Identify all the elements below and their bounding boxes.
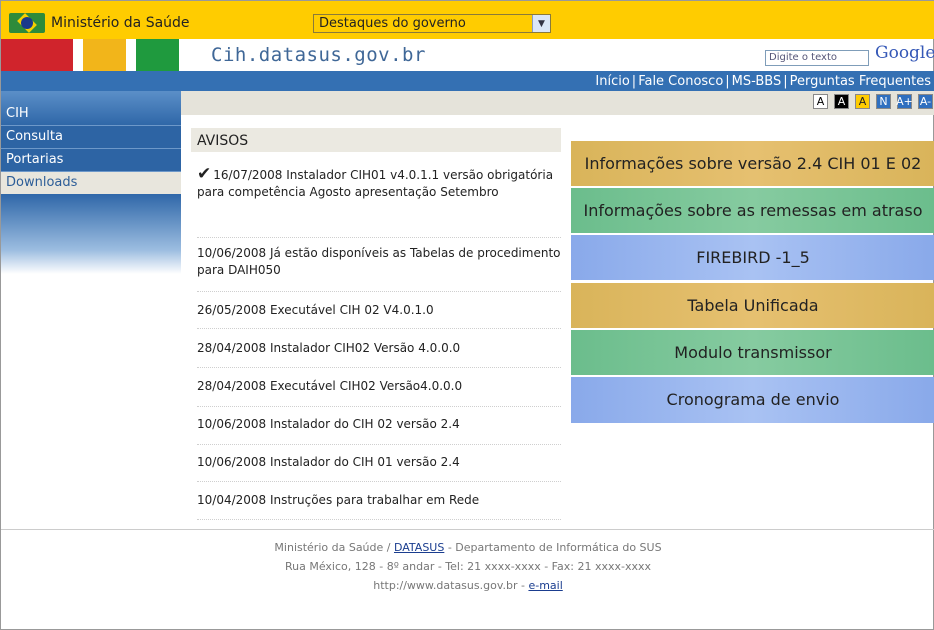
sidebar-item-consulta[interactable]: Consulta xyxy=(1,125,181,148)
sidebar: CIH Consulta Portarias Downloads xyxy=(1,91,181,274)
cronograma-button[interactable]: Cronograma de envio xyxy=(571,377,934,423)
sidebar-title: CIH xyxy=(6,106,29,121)
news-item[interactable]: 10/04/2008 Instruções para trabalhar em … xyxy=(197,492,561,509)
ministry-name: Ministério da Saúde xyxy=(51,15,190,31)
checkmark-icon: ✔ xyxy=(197,164,212,184)
news-item[interactable]: ✔ 16/07/2008 Instalador CIH01 v4.0.1.1 ve… xyxy=(197,166,561,201)
info-versao-button[interactable]: Informações sobre versão 2.4 CIH 01 E 02 xyxy=(571,141,934,186)
contrast-white-button[interactable]: A xyxy=(813,94,828,109)
datasus-link[interactable]: DATASUS xyxy=(394,541,444,554)
footer-divider xyxy=(1,529,934,530)
brazil-flag-icon xyxy=(9,13,45,33)
sidebar-header: CIH xyxy=(1,91,181,125)
nav-link-perguntas-frequentes[interactable]: Perguntas Frequentes xyxy=(790,74,931,89)
color-blocks xyxy=(1,39,179,71)
yellow-block xyxy=(83,39,126,71)
news-item[interactable]: 28/04/2008 Instalador CIH02 Versão 4.0.0… xyxy=(197,340,561,357)
red-block xyxy=(1,39,73,71)
gov-bar: Ministério da Saúde Destaques do governo… xyxy=(1,1,934,39)
tabela-unificada-button[interactable]: Tabela Unificada xyxy=(571,283,934,328)
green-block xyxy=(136,39,179,71)
google-logo[interactable]: Google xyxy=(875,43,934,63)
gov-highlights-select[interactable]: Destaques do governo ▼ xyxy=(313,14,551,33)
sidebar-item-downloads[interactable]: Downloads xyxy=(1,171,181,194)
footer-line-1: Ministério da Saúde / DATASUS - Departam… xyxy=(274,541,662,554)
footer-line-2: Rua México, 128 - 8º andar - Tel: 21 xxx… xyxy=(284,560,651,573)
news-item[interactable]: 10/06/2008 Instalador do CIH 01 versão 2… xyxy=(197,454,561,471)
accessibility-bar: A A A N A+ A- xyxy=(181,91,934,115)
font-increase-button[interactable]: A+ xyxy=(896,94,913,109)
normal-font-button[interactable]: N xyxy=(876,94,891,109)
site-title[interactable]: Cih.datasus.gov.br xyxy=(211,44,426,66)
sidebar-fade xyxy=(1,194,181,274)
nav-link-fale-conosco[interactable]: Fale Conosco xyxy=(638,74,723,89)
modulo-transmissor-button[interactable]: Modulo transmissor xyxy=(571,330,934,375)
ministry-brand[interactable]: Ministério da Saúde xyxy=(9,13,190,33)
news-item[interactable]: 10/06/2008 Já estão disponíveis as Tabel… xyxy=(197,245,561,279)
email-link[interactable]: e-mail xyxy=(528,579,562,592)
news-item[interactable]: 26/05/2008 Executável CIH 02 V4.0.1.0 xyxy=(197,302,561,319)
nav-link-inicio[interactable]: Início xyxy=(595,74,629,89)
gov-highlights-value: Destaques do governo xyxy=(319,16,466,31)
search-input[interactable]: Digite o texto xyxy=(765,50,869,66)
firebird-button[interactable]: FIREBIRD -1_5 xyxy=(571,235,934,280)
news-item[interactable]: 10/06/2008 Instalador do CIH 02 versão 2… xyxy=(197,416,561,433)
news-item[interactable]: 28/04/2008 Executável CIH02 Versão4.0.0.… xyxy=(197,378,561,395)
contrast-yellow-button[interactable]: A xyxy=(855,94,870,109)
info-remessas-button[interactable]: Informações sobre as remessas em atraso xyxy=(571,188,934,233)
contrast-black-button[interactable]: A xyxy=(834,94,849,109)
font-decrease-button[interactable]: A- xyxy=(918,94,933,109)
chevron-down-icon[interactable]: ▼ xyxy=(532,15,550,32)
sidebar-item-portarias[interactable]: Portarias xyxy=(1,148,181,171)
top-nav: Início | Fale Conosco | MS-BBS | Perguntas Fre… xyxy=(1,71,934,91)
nav-link-ms-bbs[interactable]: MS-BBS xyxy=(732,74,782,89)
footer-line-3: http://www.datasus.gov.br - e-mail xyxy=(373,579,563,592)
avisos-heading: AVISOS xyxy=(191,128,561,152)
